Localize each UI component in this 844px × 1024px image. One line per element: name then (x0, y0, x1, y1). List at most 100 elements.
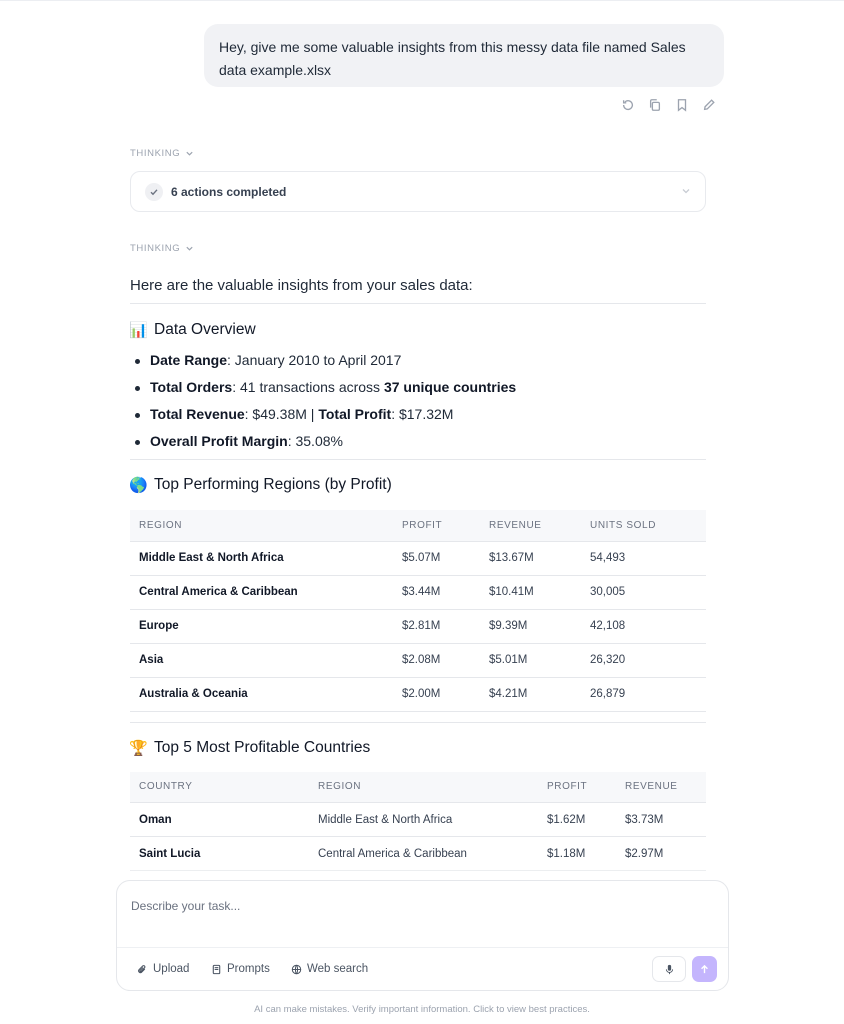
bar-chart-emoji-icon: 📊 (129, 322, 148, 339)
profit-cell: $2.00M (393, 677, 480, 712)
send-button[interactable] (692, 956, 717, 982)
region-cell: Asia (130, 643, 393, 678)
revenue-cell: $13.67M (480, 541, 581, 576)
actions-completed-panel[interactable]: 6 actions completed (130, 171, 706, 212)
countries-table: COUNTRY REGION PROFIT REVENUE Oman Middl… (130, 771, 706, 871)
table-row: Middle East & North Africa $5.07M $13.67… (130, 541, 706, 576)
thinking-toggle-2[interactable]: THINKING (130, 243, 194, 254)
web-search-button[interactable]: Web search (291, 963, 368, 975)
edit-icon[interactable] (701, 97, 717, 113)
overview-list: Date Range: January 2010 to April 2017 T… (130, 347, 706, 455)
region-cell: Central America & Caribbean (309, 836, 538, 871)
copy-icon[interactable] (647, 97, 663, 113)
actions-completed-label: 6 actions completed (171, 184, 287, 199)
bookmark-icon[interactable] (674, 97, 690, 113)
table-row: Central America & Caribbean $3.44M $10.4… (130, 575, 706, 610)
thinking-label: THINKING (130, 148, 181, 159)
units-cell: 42,108 (581, 609, 706, 644)
profit-cell: $5.07M (393, 541, 480, 576)
table-header-row: COUNTRY REGION PROFIT REVENUE (130, 771, 706, 803)
column-header: PROFIT (538, 771, 616, 803)
units-cell: 54,493 (581, 541, 706, 576)
revenue-cell: $5.01M (480, 643, 581, 678)
upload-label: Upload (153, 963, 190, 975)
table-row: Saint Lucia Central America & Caribbean … (130, 836, 706, 871)
regions-table: REGION PROFIT REVENUE UNITS SOLD Middle … (130, 510, 706, 712)
revenue-cell: $10.41M (480, 575, 581, 610)
message-actions (620, 97, 717, 113)
region-cell: Middle East & North Africa (130, 541, 393, 576)
region-cell: Central America & Caribbean (130, 575, 393, 610)
trophy-emoji-icon: 🏆 (129, 739, 148, 757)
countries-heading: 🏆 Top 5 Most Profitable Countries (129, 738, 706, 757)
column-header: COUNTRY (130, 771, 309, 803)
divider (130, 721, 706, 723)
profit-cell: $1.62M (538, 802, 616, 837)
arrow-up-icon (701, 964, 708, 973)
chevron-down-icon (681, 183, 691, 201)
globe-emoji-icon: 🌎 (129, 477, 148, 494)
list-item: Overall Profit Margin: 35.08% (130, 428, 706, 455)
regions-heading: 🌎 Top Performing Regions (by Profit) (129, 476, 706, 494)
web-search-label: Web search (307, 963, 369, 975)
chevron-down-icon (186, 151, 193, 156)
data-overview-heading: 📊 Data Overview (129, 321, 706, 339)
column-header: UNITS SOLD (581, 510, 706, 542)
mic-icon (665, 964, 673, 974)
chevron-down-icon (186, 246, 193, 251)
globe-icon (291, 964, 302, 974)
top-border (0, 0, 844, 1)
revenue-cell: $3.73M (616, 802, 706, 837)
table-row: Australia & Oceania $2.00M $4.21M 26,879 (130, 677, 706, 712)
data-overview-title: Data Overview (154, 321, 256, 338)
revenue-cell: $9.39M (480, 609, 581, 644)
region-cell: Middle East & North Africa (309, 802, 538, 837)
divider (130, 459, 706, 460)
column-header: REGION (309, 771, 538, 803)
table-header-row: REGION PROFIT REVENUE UNITS SOLD (130, 510, 706, 542)
units-cell: 30,005 (581, 575, 706, 610)
prompts-icon (212, 964, 221, 974)
prompts-button[interactable]: Prompts (211, 963, 270, 975)
profit-cell: $1.18M (538, 836, 616, 871)
thinking-label: THINKING (130, 243, 181, 254)
table-row: Asia $2.08M $5.01M 26,320 (130, 643, 706, 678)
composer-divider (117, 947, 728, 948)
upload-button[interactable]: Upload (137, 963, 189, 975)
column-header: PROFIT (393, 510, 480, 542)
region-cell: Australia & Oceania (130, 677, 393, 712)
profit-cell: $2.08M (393, 643, 480, 678)
check-icon (145, 182, 163, 201)
message-composer: Describe your task... Upload Prompts Web… (116, 880, 729, 991)
column-header: REGION (130, 510, 393, 542)
regions-title: Top Performing Regions (by Profit) (154, 476, 392, 493)
prompts-label: Prompts (227, 963, 270, 975)
paperclip-icon (138, 964, 146, 973)
country-cell: Saint Lucia (130, 836, 309, 871)
revenue-cell: $2.97M (616, 836, 706, 871)
column-header: REVENUE (616, 771, 706, 803)
table-row: Oman Middle East & North Africa $1.62M $… (130, 802, 706, 837)
list-item: Date Range: January 2010 to April 2017 (130, 347, 706, 374)
microphone-button[interactable] (652, 956, 686, 982)
retry-icon[interactable] (620, 97, 636, 113)
revenue-cell: $4.21M (480, 677, 581, 712)
column-header: REVENUE (480, 510, 581, 542)
region-cell: Europe (130, 609, 393, 644)
units-cell: 26,320 (581, 643, 706, 678)
user-message-bubble: Hey, give me some valuable insights from… (204, 24, 724, 87)
response-intro: Here are the valuable insights from your… (130, 270, 706, 304)
countries-title: Top 5 Most Profitable Countries (154, 738, 371, 756)
thinking-toggle-1[interactable]: THINKING (130, 148, 194, 159)
profit-cell: $3.44M (393, 575, 480, 610)
units-cell: 26,879 (581, 677, 706, 712)
country-cell: Oman (130, 802, 309, 837)
profit-cell: $2.81M (393, 609, 480, 644)
table-row: Europe $2.81M $9.39M 42,108 (130, 609, 706, 644)
assistant-response: Here are the valuable insights from your… (129, 270, 706, 871)
disclaimer-note[interactable]: AI can make mistakes. Verify important i… (0, 1004, 844, 1015)
user-message-text: Hey, give me some valuable insights from… (219, 39, 686, 78)
list-item: Total Revenue: $49.38M | Total Profit: $… (130, 401, 706, 428)
list-item: Total Orders: 41 transactions across 37 … (130, 374, 706, 401)
task-input[interactable]: Describe your task... (131, 899, 240, 913)
